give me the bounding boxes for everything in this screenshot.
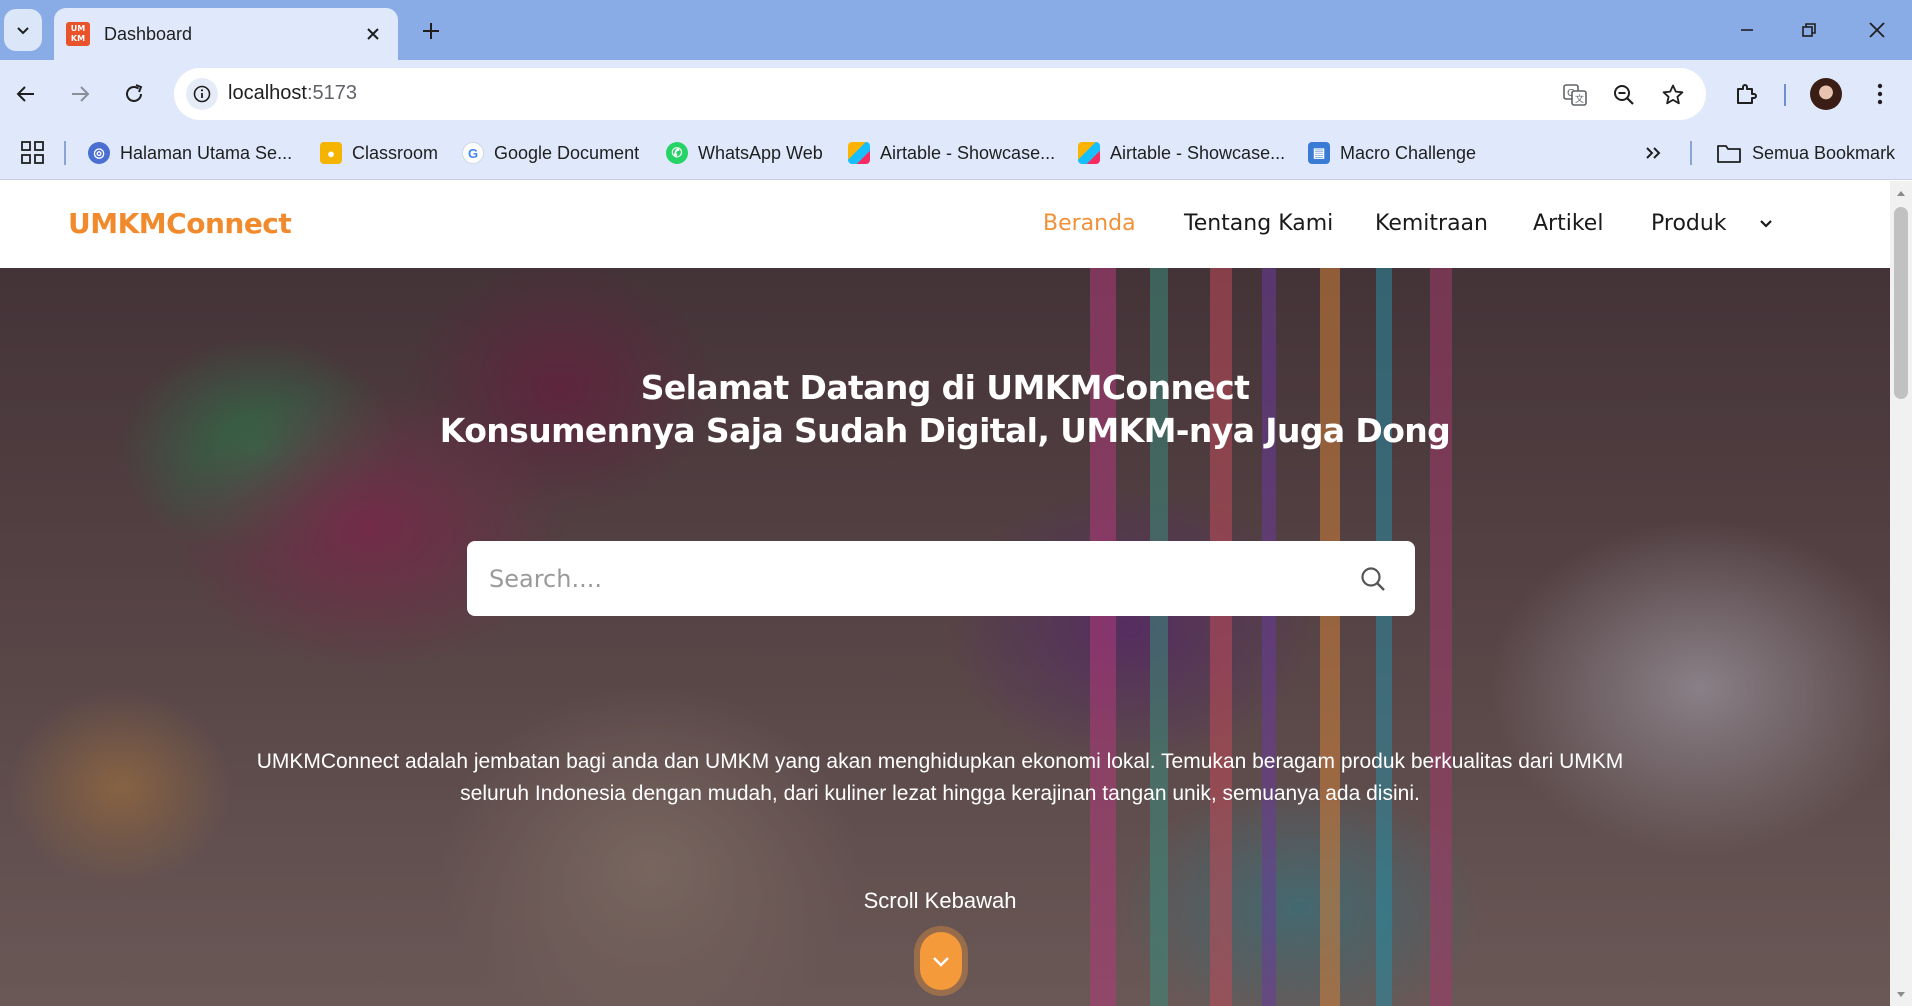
nav-link-tentang-kami[interactable]: Tentang Kami [1184,211,1333,236]
address-host: localhost [228,82,307,104]
puzzle-icon [1737,84,1757,104]
star-icon [1662,84,1684,105]
bookmark-classroom[interactable]: ● Classroom [320,138,438,168]
restore-button[interactable] [1784,8,1834,52]
bookmark-label: Halaman Utama Se... [120,142,293,163]
halaman-icon: ◎ [88,142,110,164]
bookmark-halaman-utama[interactable]: ◎ Halaman Utama Se... [88,138,292,168]
nav-link-produk[interactable]: Produk [1651,211,1727,236]
page-scrollbar[interactable] [1890,181,1912,1006]
site-logo[interactable]: UMKMConnect [68,207,292,240]
chevron-down-icon [1760,220,1772,228]
tab-title: Dashboard [104,23,193,44]
bookmark-macro-challenge[interactable]: ▤ Macro Challenge [1308,138,1476,168]
back-button[interactable] [6,74,46,114]
browser-tab-dashboard[interactable]: UM KM Dashboard [54,8,398,60]
profile-avatar[interactable] [1810,78,1842,110]
bookmark-whatsapp-web[interactable]: ✆ WhatsApp Web [666,138,823,168]
scroll-down-arrow-icon[interactable] [1895,989,1907,1001]
bookmark-label: Google Document [494,142,640,163]
bookmark-label: Airtable - Showcase... [1110,142,1286,163]
bookmark-star-button[interactable] [1658,80,1688,110]
minimize-icon [1741,29,1753,31]
bookmark-airtable-1[interactable]: Airtable - Showcase... [848,138,1055,168]
chevron-double-right-icon [1646,147,1661,159]
bookmarks-divider [1690,141,1692,165]
info-icon [193,85,211,103]
browser-tabstrip: UM KM Dashboard [0,0,1912,60]
bookmark-label: Macro Challenge [1340,142,1477,163]
svg-text:文: 文 [1575,93,1584,105]
extensions-button[interactable] [1726,74,1766,114]
scrollbar-thumb[interactable] [1894,207,1908,399]
bookmarks-divider [64,141,66,165]
restore-icon [1802,23,1816,37]
nav-link-beranda[interactable]: Beranda [1043,211,1136,236]
search-icon [1361,567,1385,591]
search-bar [467,541,1415,616]
plus-icon [423,23,439,39]
airtable-icon [1078,142,1100,164]
chevron-down-icon [933,957,949,967]
search-input[interactable] [489,541,1329,616]
all-bookmarks-label: Semua Bookmark [1752,142,1896,163]
produk-dropdown-toggle[interactable] [1754,211,1778,235]
all-bookmarks-button[interactable]: Semua Bookmark [1716,138,1895,168]
browser-toolbar: localhost:5173 G文 [0,60,1912,126]
close-icon [1869,22,1885,38]
hero-title-line2: Konsumennya Saja Sudah Digital, UMKM-nya… [439,411,1451,450]
apps-grid-icon [21,141,44,164]
bookmark-airtable-2[interactable]: Airtable - Showcase... [1078,138,1285,168]
apps-button[interactable] [20,140,46,166]
chevron-down-icon [17,27,29,35]
close-icon [367,28,379,40]
tab-search-button[interactable] [4,9,42,51]
site-navbar: UMKMConnect Beranda Tentang Kami Kemitra… [0,181,1890,268]
bookmark-label: Airtable - Showcase... [880,142,1056,163]
address-port: :5173 [306,82,357,104]
reload-icon [126,84,143,102]
forward-button[interactable] [60,74,100,114]
arrow-right-icon [72,86,90,102]
minimize-button[interactable] [1722,8,1772,52]
translate-icon: G文 [1563,84,1587,106]
bookmark-label: WhatsApp Web [698,142,823,163]
airtable-icon [848,142,870,164]
translate-button[interactable]: G文 [1560,80,1590,110]
hero-description: UMKMConnect adalah jembatan bagi anda da… [256,750,1624,805]
search-button[interactable] [1359,565,1387,593]
arrow-left-icon [16,86,34,102]
site-info-button[interactable] [186,78,218,110]
zoom-button[interactable] [1609,80,1639,110]
hero-section: Selamat Datang di UMKMConnect Konsumenny… [0,268,1890,1006]
bookmark-google-document[interactable]: G Google Document [462,138,639,168]
tab-close-button[interactable] [360,21,386,47]
browser-menu-button[interactable] [1860,74,1900,114]
whatsapp-icon: ✆ [666,142,688,164]
bookmark-label: Classroom [352,142,439,163]
zoom-out-icon [1614,85,1634,105]
new-tab-button[interactable] [414,14,448,48]
notebook-icon: ▤ [1308,142,1330,164]
more-bookmarks-button[interactable] [1644,138,1662,168]
bookmarks-bar: ◎ Halaman Utama Se... ● Classroom G Goog… [0,126,1912,180]
scroll-down-label: Scroll Kebawah [863,888,1017,913]
hero-title-line1: Selamat Datang di UMKMConnect [640,368,1250,407]
nav-link-kemitraan[interactable]: Kemitraan [1375,211,1488,236]
google-icon: G [462,142,484,164]
toolbar-divider [1784,84,1786,106]
address-url: localhost:5173 [228,82,357,105]
address-bar[interactable]: localhost:5173 G文 [174,68,1706,120]
scroll-up-arrow-icon[interactable] [1895,187,1907,199]
nav-link-artikel[interactable]: Artikel [1533,211,1603,236]
more-vertical-icon [1877,83,1883,105]
scroll-down-button[interactable] [920,932,962,990]
classroom-icon: ● [320,142,342,164]
web-page: UMKMConnect Beranda Tentang Kami Kemitra… [0,181,1890,1006]
close-window-button[interactable] [1852,8,1902,52]
umkm-favicon-icon: UM KM [66,22,90,46]
folder-icon [1717,145,1741,163]
reload-button[interactable] [114,74,154,114]
